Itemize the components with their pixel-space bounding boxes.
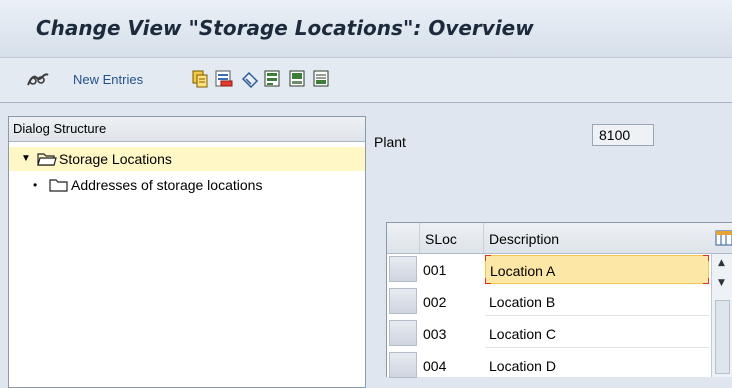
cell-sloc: 001 (423, 262, 447, 278)
table-row[interactable]: 002 Location B (387, 286, 732, 318)
tree-item-storage-locations[interactable]: ▼ Storage Locations (9, 147, 365, 171)
storage-locations-table: SLoc Description 001 Location A 002 Loca… (386, 222, 732, 380)
edit-glasses-icon[interactable] (26, 69, 50, 93)
delete-icon[interactable] (215, 70, 233, 92)
tree-item-label: Addresses of storage locations (71, 177, 263, 193)
select-all-icon[interactable] (264, 70, 282, 92)
scroll-thumb[interactable] (715, 300, 730, 374)
tree-item-addresses[interactable]: • Addresses of storage locations (9, 173, 365, 197)
column-header-description[interactable]: Description (489, 231, 559, 247)
scroll-up-icon[interactable]: ▲ (718, 258, 725, 268)
copy-icon[interactable] (191, 70, 209, 92)
cell-sloc: 003 (423, 326, 447, 342)
plant-field[interactable]: 8100 (592, 124, 654, 146)
deselect-all-icon[interactable] (313, 70, 331, 92)
focus-corner (703, 278, 709, 284)
table-header: SLoc Description (387, 223, 732, 254)
cell-sloc: 002 (423, 294, 447, 310)
folder-icon (49, 178, 69, 195)
application-toolbar: New Entries (0, 58, 732, 103)
column-separator (419, 223, 420, 253)
table-row[interactable]: 004 Location D (387, 350, 732, 382)
cell-description: Location D (489, 358, 556, 374)
title-bar: Change View "Storage Locations": Overvie… (0, 0, 732, 58)
row-selector[interactable] (389, 352, 417, 378)
cell-description-input[interactable]: Location B (485, 287, 709, 316)
column-separator (483, 223, 484, 253)
table-row[interactable]: 003 Location C (387, 318, 732, 350)
cell-description-input[interactable]: Location C (485, 319, 709, 348)
row-selector[interactable] (389, 256, 417, 282)
dialog-structure-title: Dialog Structure (13, 121, 107, 136)
select-block-icon[interactable] (289, 70, 307, 92)
new-entries-button[interactable]: New Entries (73, 72, 143, 87)
table-settings-icon[interactable] (715, 230, 732, 249)
row-selector[interactable] (389, 288, 417, 314)
cell-description: Location C (489, 326, 556, 342)
focus-corner (703, 255, 709, 261)
cell-sloc: 004 (423, 358, 447, 374)
dialog-structure-header: Dialog Structure (9, 117, 365, 142)
row-selector[interactable] (389, 320, 417, 346)
column-header-sloc[interactable]: SLoc (425, 231, 457, 247)
page-title: Change View "Storage Locations": Overvie… (36, 16, 534, 40)
bullet-icon: • (33, 178, 38, 192)
dialog-structure-panel: Dialog Structure ▼ Storage Locations • A… (8, 116, 366, 388)
cell-description: Location A (490, 263, 556, 279)
expand-triangle-icon[interactable]: ▼ (21, 153, 31, 164)
plant-label: Plant (374, 134, 406, 150)
scroll-down-icon[interactable]: ▼ (718, 278, 725, 288)
vertical-scrollbar[interactable]: ▲ ▼ (711, 254, 732, 377)
open-folder-icon (37, 152, 57, 169)
cell-description-input[interactable]: Location A (485, 255, 709, 284)
table-row[interactable]: 001 Location A (387, 254, 732, 286)
undo-icon[interactable] (240, 70, 260, 92)
focus-corner (485, 255, 491, 261)
plant-value: 8100 (599, 127, 631, 143)
cell-description: Location B (489, 294, 556, 310)
focus-corner (485, 278, 491, 284)
tree-item-label: Storage Locations (59, 151, 172, 167)
